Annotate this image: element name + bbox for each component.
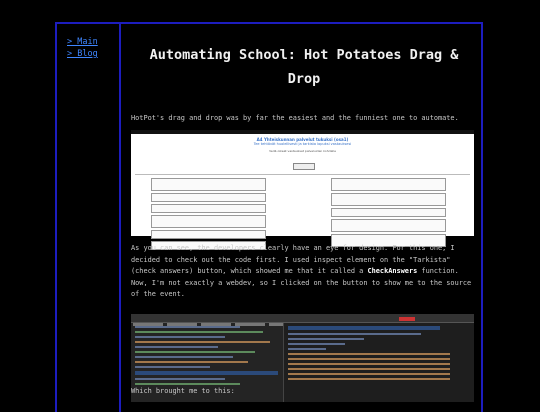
- answer-box: [151, 215, 266, 228]
- answer-column-right: [331, 178, 446, 249]
- answer-box: [331, 208, 446, 217]
- post-paragraph-outro: Which brought me to this:: [131, 387, 235, 395]
- exercise-instruction: Vedä oikeat vastaukset palveluiden kohda…: [269, 149, 336, 153]
- devtools-tabs: [131, 314, 474, 326]
- code-checkanswers: CheckAnswers: [367, 267, 418, 275]
- post-paragraph-inspect: As you can see, the developers clearly h…: [131, 243, 477, 301]
- divider: [135, 174, 470, 175]
- answer-box: [331, 193, 446, 206]
- post-title: Automating School: Hot Potatoes Drag & D…: [149, 47, 459, 87]
- answer-column-left: [151, 178, 266, 252]
- answer-box: [151, 230, 266, 239]
- post-paragraph-intro: HotPot's drag and drop was by far the ea…: [131, 114, 459, 122]
- answer-box: [331, 178, 446, 191]
- error-badge: [399, 317, 415, 321]
- sidebar: > Main > Blog: [57, 24, 121, 412]
- screenshot-hotpot-exercise: A4 Yhteiskunnan palvelut tukuksi (osa1) …: [131, 130, 474, 250]
- site-nav: > Main > Blog: [67, 36, 98, 60]
- answer-box: [151, 193, 266, 202]
- answer-box: [151, 204, 266, 213]
- answer-box: [331, 219, 446, 232]
- check-answers-button: [293, 163, 315, 170]
- answer-box: [151, 178, 266, 191]
- page-frame: > Main > Blog Automating School: Hot Pot…: [55, 22, 483, 412]
- browser-bar: [131, 130, 474, 134]
- nav-link-blog[interactable]: > Blog: [67, 48, 98, 60]
- exercise-subheading: Tee tehtävät huolellisesti ja tarkista l…: [253, 142, 352, 146]
- nav-link-main[interactable]: > Main: [67, 36, 98, 48]
